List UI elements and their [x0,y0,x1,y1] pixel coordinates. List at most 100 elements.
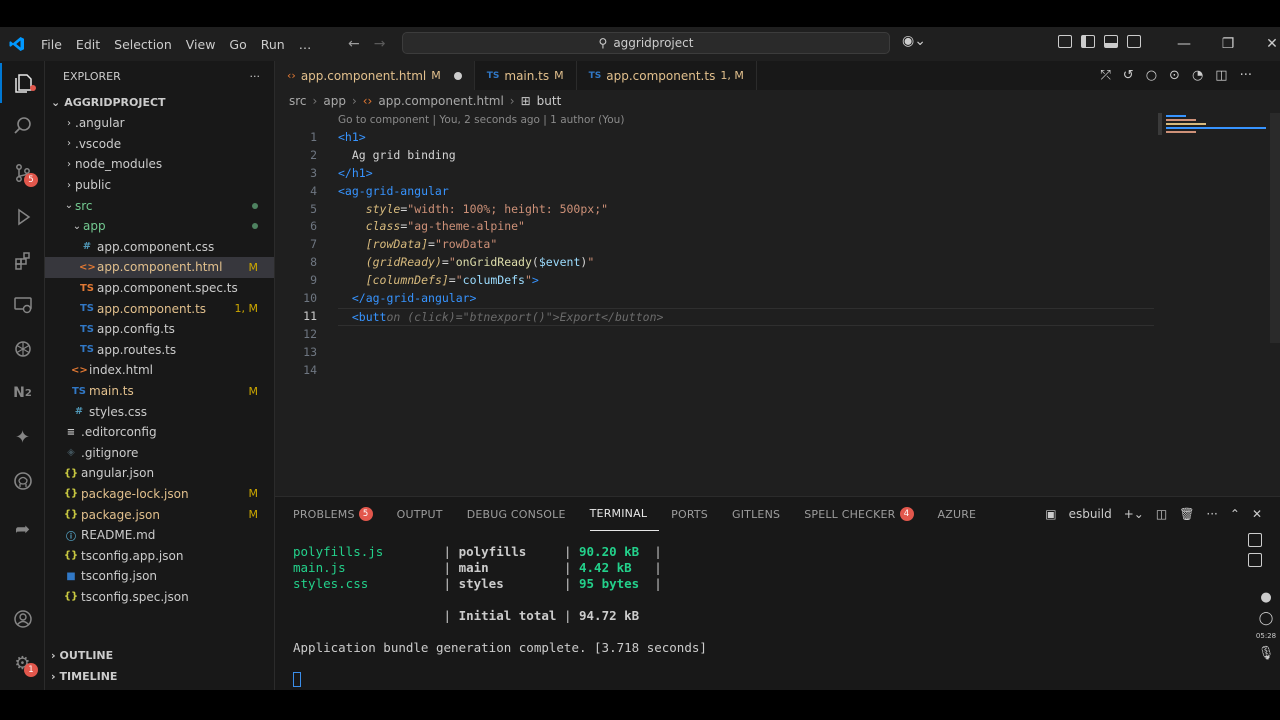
code-line[interactable]: (gridReady)="onGridReady($event)" [338,254,1158,272]
breadcrumb-item[interactable]: butt [537,94,562,108]
code-line[interactable]: Ag grid binding [338,147,1158,165]
menu-item-3[interactable]: View [179,37,223,52]
tree-item[interactable]: ◈ .gitignore [45,443,274,464]
tree-item[interactable]: <> index.html [45,360,274,381]
tree-item[interactable]: › public [45,175,274,196]
search-view-icon[interactable] [0,106,45,146]
toggle-sidebar-icon[interactable] [1081,35,1095,48]
editor-scrollbar[interactable] [1270,113,1280,343]
panel-tab[interactable]: SPELL CHECKER 4 [804,497,925,531]
gemini-sparkle-icon[interactable]: ✦ [0,417,45,457]
code-line[interactable]: <button (click)="btnexport()">Export</bu… [338,307,1154,326]
menu-item-2[interactable]: Selection [107,37,179,52]
preview-icon[interactable]: ◔ [1192,68,1203,83]
close-icon[interactable]: ✕ [1250,36,1280,52]
tree-item[interactable]: TS app.component.spec.ts [45,278,274,299]
more-icon[interactable]: ··· [1240,68,1252,83]
code-line[interactable]: <h1> [338,129,1158,147]
editor-tab[interactable]: ‹› app.component.html M [275,61,475,90]
customize-layout-icon[interactable] [1058,35,1072,48]
copilot-icon[interactable]: ◉⌄ [902,33,926,49]
tree-item[interactable]: TS app.routes.ts [45,340,274,361]
tree-item[interactable]: <> app.component.html M [45,257,274,278]
new-terminal-icon[interactable]: +⌄ [1124,507,1144,521]
camera-icon[interactable]: ● [1260,590,1271,605]
kill-terminal-icon[interactable]: 🗑 [1179,507,1194,521]
more-actions-icon[interactable]: ··· [1206,507,1217,521]
code-line[interactable]: <ag-grid-angular [338,183,1158,201]
unsaved-dot-icon[interactable] [453,71,462,80]
editor-tab[interactable]: TS main.ts M [475,61,577,90]
panel-tab[interactable]: GITLENS [732,497,792,531]
tree-item[interactable]: › .angular [45,113,274,134]
outline-section[interactable]: › OUTLINE [45,645,275,666]
openai-icon[interactable] [0,329,45,369]
live-share-icon[interactable]: ➦ [0,509,45,549]
code-line[interactable]: style="width: 100%; height: 500px;" [338,201,1158,219]
tree-item[interactable]: {} tsconfig.app.json [45,545,274,566]
codelens[interactable]: Go to component | You, 2 seconds ago | 1… [338,114,624,126]
breadcrumb-item[interactable]: app [323,94,346,108]
terminal-name[interactable]: esbuild [1069,507,1112,521]
toggle-panel-icon[interactable] [1104,35,1118,48]
code-line[interactable]: </h1> [338,165,1158,183]
panel-tab[interactable]: AZURE [938,497,989,531]
terminal-prompt[interactable] [293,672,707,688]
code-lines[interactable]: <h1> Ag grid binding </h1> <ag-grid-angula… [338,129,1158,379]
code-line[interactable]: class="ag-theme-alpine" [338,218,1158,236]
breadcrumb-item[interactable]: app.component.html [378,94,503,108]
minimize-icon[interactable]: — [1162,36,1206,52]
code-line[interactable]: [rowData]="rowData" [338,236,1158,254]
close-panel-icon[interactable]: ✕ [1252,507,1262,521]
menu-item-1[interactable]: Edit [69,37,107,52]
open-changes-icon[interactable]: ⊙ [1169,68,1180,83]
code-line[interactable] [338,344,1158,362]
go-back-icon[interactable]: ↺ [1123,68,1134,83]
code-line[interactable]: </ag-grid-angular> [338,290,1158,308]
tree-item[interactable]: TS app.config.ts [45,319,274,340]
menu-item-4[interactable]: Go [222,37,253,52]
panel-tab[interactable]: OUTPUT [397,497,455,531]
explorer-more-button[interactable]: ··· [250,70,261,83]
tree-item[interactable]: # styles.css [45,401,274,422]
maximize-panel-icon[interactable]: ⌃ [1230,507,1240,521]
workspace-root[interactable]: ⌄ AGGRIDPROJECT [45,91,274,113]
tree-item[interactable]: › .vscode [45,134,274,155]
split-right-icon[interactable]: ◫ [1215,68,1227,83]
tree-item[interactable]: {} package-lock.json M [45,484,274,505]
menu-item-5[interactable]: Run [254,37,292,52]
source-control-icon[interactable]: 5 [0,153,45,193]
extensions-icon[interactable] [0,241,45,281]
tree-item[interactable]: {} angular.json [45,463,274,484]
panel-tab[interactable]: PROBLEMS 5 [293,497,385,531]
menu-item-0[interactable]: File [34,37,69,52]
timeline-section[interactable]: › TIMELINE [45,666,275,687]
explorer-icon[interactable] [0,63,45,103]
compare-icon[interactable]: ○ [1146,68,1157,83]
minimap[interactable] [1158,113,1268,135]
tree-item[interactable]: TS app.component.ts 1, M [45,298,274,319]
tree-item[interactable]: ■ tsconfig.json [45,566,274,587]
terminal-instance-icon[interactable] [1248,553,1262,567]
breadcrumb-item[interactable]: src [289,94,307,108]
panel-tab[interactable]: DEBUG CONSOLE [467,497,578,531]
run-debug-icon[interactable] [0,197,45,237]
tree-item[interactable]: {} tsconfig.spec.json [45,587,274,608]
tree-item[interactable]: › node_modules [45,154,274,175]
code-line[interactable] [338,326,1158,344]
command-center-search[interactable]: ⚲ aggridproject [402,32,890,54]
record-icon[interactable]: ◯ [1259,611,1274,626]
nx-console-icon[interactable]: N2 [0,373,45,413]
editor-tab[interactable]: TS app.component.ts 1, M [577,61,757,90]
code-line[interactable] [338,362,1158,380]
tree-item[interactable]: ⓘ README.md [45,525,274,546]
tree-item[interactable]: # app.component.css [45,237,274,258]
accounts-icon[interactable] [0,599,45,639]
microphone-icon[interactable]: 🎙 [1258,646,1275,661]
back-arrow-icon[interactable]: ← [348,36,360,52]
restore-icon[interactable]: ❐ [1206,36,1250,52]
panel-tab[interactable]: PORTS [671,497,720,531]
toggle-secondary-sidebar-icon[interactable] [1127,35,1141,48]
menu-item-6[interactable]: … [292,37,319,52]
forward-arrow-icon[interactable]: → [374,36,386,52]
